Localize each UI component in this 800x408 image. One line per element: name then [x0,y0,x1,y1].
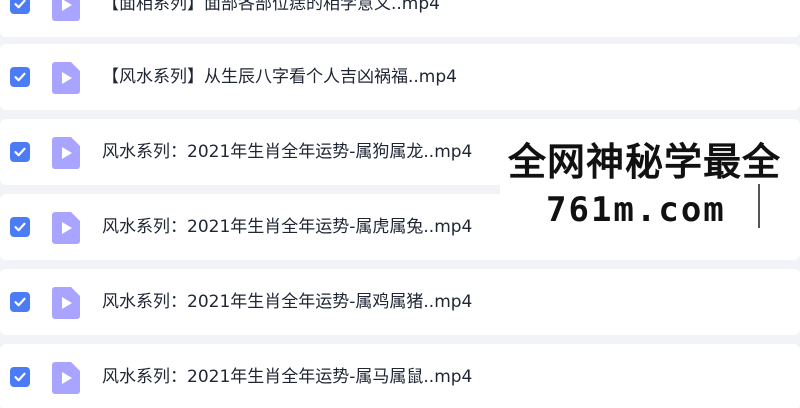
video-play-icon [52,137,80,169]
checkbox-checked-icon[interactable] [10,367,30,387]
video-play-icon [52,287,80,319]
file-name: 风水系列：2021年生肖全年运势-属狗属龙..mp4 [102,142,473,162]
file-row[interactable]: 风水系列：2021年生肖全年运势-属马属鼠..mp4 [0,344,800,408]
video-play-icon [52,0,80,21]
video-play-icon [52,62,80,94]
checkbox-checked-icon[interactable] [10,0,30,14]
watermark: 全网神秘学最全 761m.com [500,138,800,238]
video-play-icon [52,212,80,244]
file-row[interactable]: 【面相系列】面部各部位痣的相学意义..mp4 [0,0,800,37]
checkbox-checked-icon[interactable] [10,67,30,87]
file-row[interactable]: 【风水系列】从生辰八字看个人吉凶祸福..mp4 [0,44,800,110]
file-name: 【风水系列】从生辰八字看个人吉凶祸福..mp4 [102,67,457,87]
file-list: 【面相系列】面部各部位痣的相学意义..mp4 【风水系列】从生辰八字看个人吉凶祸… [0,0,800,408]
video-play-icon [52,362,80,394]
file-name: 【面相系列】面部各部位痣的相学意义..mp4 [102,0,440,14]
watermark-title: 全网神秘学最全 [508,140,782,184]
checkbox-checked-icon[interactable] [10,142,30,162]
file-name: 风水系列：2021年生肖全年运势-属虎属兔..mp4 [102,217,473,237]
file-name: 风水系列：2021年生肖全年运势-属马属鼠..mp4 [102,367,473,387]
watermark-url: 761m.com [546,190,726,230]
checkbox-checked-icon[interactable] [10,217,30,237]
file-row[interactable]: 风水系列：2021年生肖全年运势-属鸡属猪..mp4 [0,269,800,335]
watermark-divider [758,184,760,228]
checkbox-checked-icon[interactable] [10,292,30,312]
file-name: 风水系列：2021年生肖全年运势-属鸡属猪..mp4 [102,292,473,312]
